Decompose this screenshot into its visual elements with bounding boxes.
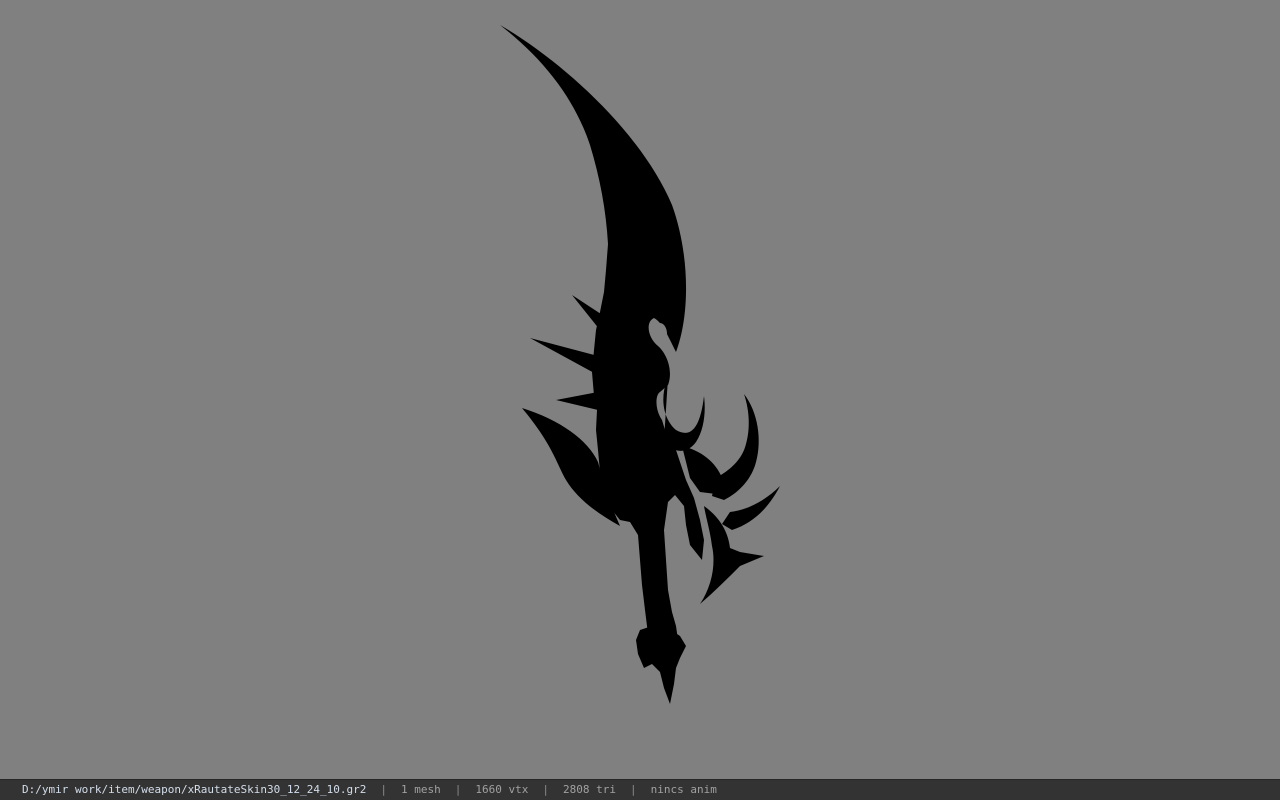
blade-hole xyxy=(653,323,667,345)
guard-curl-upper xyxy=(663,378,705,451)
vertex-count: 1660 vtx xyxy=(475,783,529,796)
pommel xyxy=(636,626,686,704)
spine-spike-1 xyxy=(572,295,604,330)
separator: | xyxy=(629,783,637,796)
animation-status: nincs anim xyxy=(650,783,717,796)
separator: | xyxy=(454,783,462,796)
blade xyxy=(500,25,704,640)
file-path: D:/ymir work/item/weapon/xRautateSkin30_… xyxy=(22,783,367,796)
mesh-count: 1 mesh xyxy=(401,783,441,796)
triangle-count: 2808 tri xyxy=(562,783,616,796)
spine-spike-2 xyxy=(530,338,598,374)
status-bar: D:/ymir work/item/weapon/xRautateSkin30_… xyxy=(0,779,1280,800)
weapon-model[interactable] xyxy=(0,0,1280,779)
3d-viewport[interactable] xyxy=(0,0,1280,779)
spine-spike-3 xyxy=(556,392,598,410)
separator: | xyxy=(542,783,549,796)
separator: | xyxy=(380,783,387,796)
